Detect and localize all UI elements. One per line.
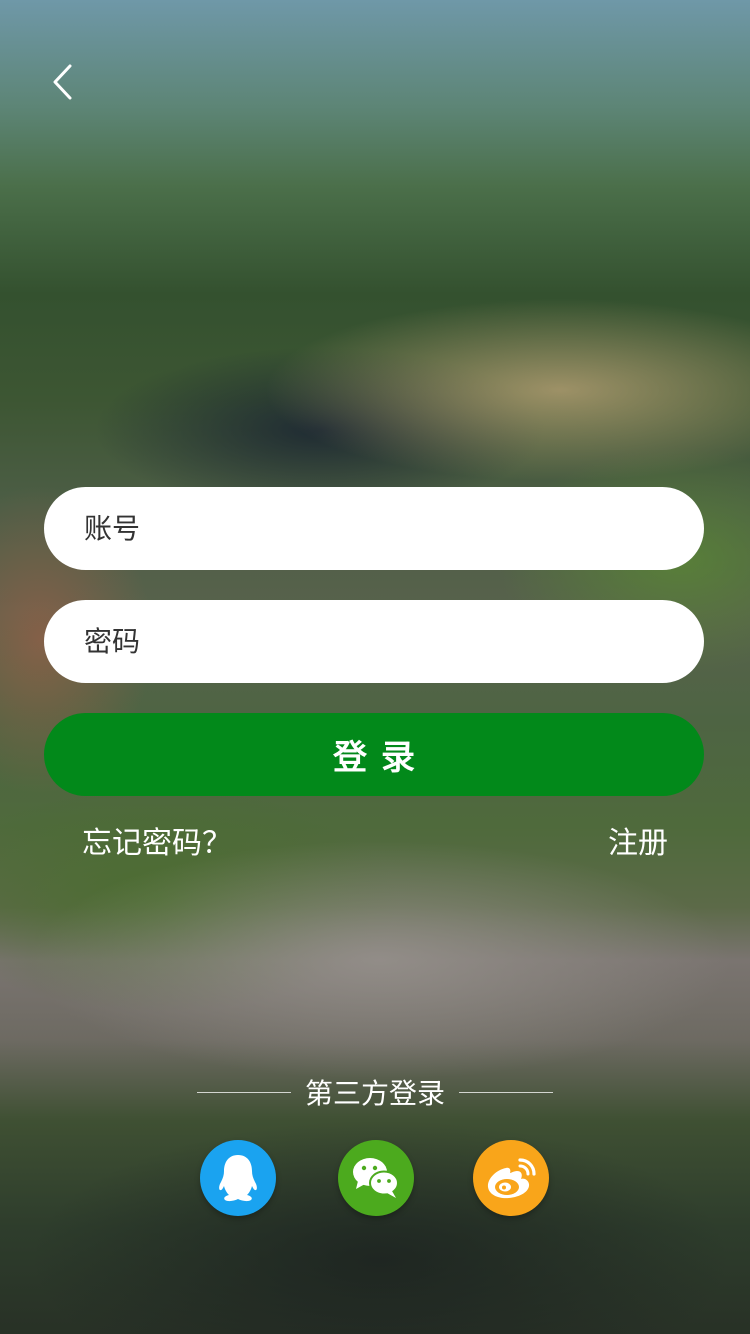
- password-field[interactable]: [44, 600, 704, 683]
- wechat-login-button[interactable]: [338, 1140, 414, 1216]
- account-field[interactable]: [44, 487, 704, 570]
- wechat-icon: [353, 1158, 399, 1198]
- login-button[interactable]: 登录: [44, 713, 704, 796]
- weibo-icon: [487, 1158, 536, 1199]
- register-link[interactable]: 注册: [608, 818, 668, 862]
- password-input[interactable]: [82, 610, 646, 673]
- third-party-login-divider: 第三方登录: [0, 1072, 750, 1112]
- qq-icon: [219, 1155, 257, 1202]
- weibo-login-button[interactable]: [473, 1140, 549, 1216]
- back-button[interactable]: [44, 60, 80, 104]
- divider-line-left: [196, 1091, 291, 1093]
- chevron-left-icon: [53, 64, 72, 100]
- qq-login-button[interactable]: [200, 1140, 276, 1216]
- divider-line-right: [459, 1091, 553, 1093]
- account-input[interactable]: [82, 497, 646, 560]
- forgot-password-link[interactable]: 忘记密码？: [82, 818, 232, 862]
- third-party-login-title: 第三方登录: [304, 1077, 445, 1110]
